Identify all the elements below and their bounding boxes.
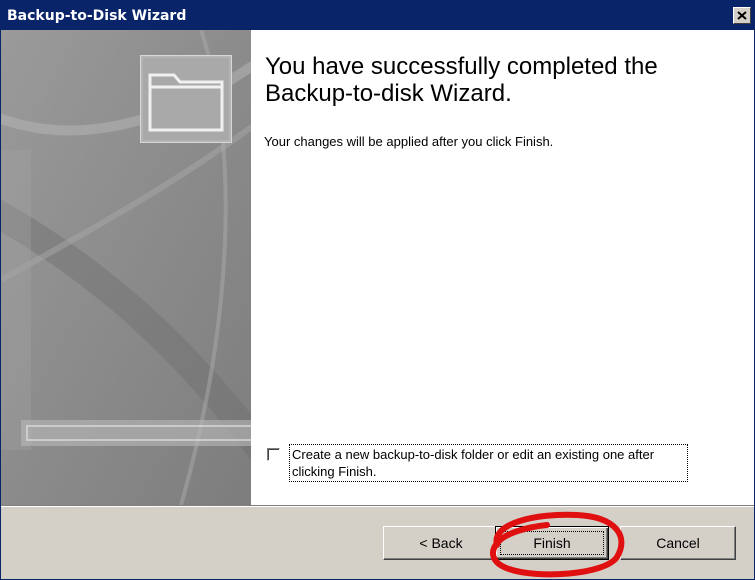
completion-heading: You have successfully completed the Back… — [265, 53, 658, 107]
close-button[interactable] — [733, 7, 751, 24]
title-bar[interactable]: Backup-to-Disk Wizard — [1, 1, 754, 30]
folder-icon — [140, 55, 232, 143]
close-icon — [737, 11, 747, 20]
cancel-button[interactable]: Cancel — [620, 526, 736, 560]
back-button[interactable]: < Back — [383, 526, 499, 560]
wizard-content: You have successfully completed the Back… — [251, 30, 754, 505]
wizard-side-graphic — [1, 30, 251, 505]
completion-message: Your changes will be applied after you c… — [264, 134, 554, 149]
footer-separator — [1, 505, 754, 507]
wizard-window: Backup-to-Disk Wizard You have successfu… — [0, 0, 755, 580]
create-folder-checkbox-label[interactable]: Create a new backup-to-disk folder or ed… — [289, 444, 688, 482]
create-folder-checkbox[interactable] — [267, 448, 280, 461]
window-title: Backup-to-Disk Wizard — [7, 8, 187, 24]
finish-button[interactable]: Finish — [495, 526, 609, 560]
